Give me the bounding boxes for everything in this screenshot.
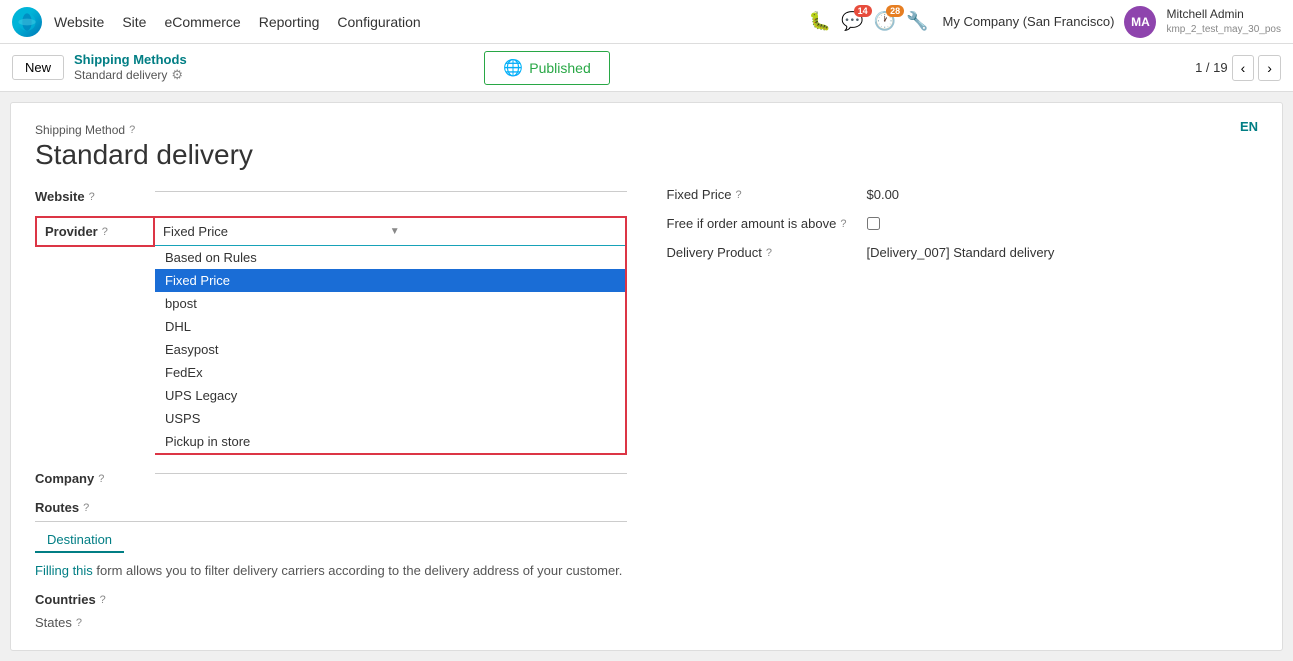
provider-container: Provider ? Fixed Price ▼ Based on Rules … [35, 216, 627, 455]
provider-option-usps[interactable]: USPS [155, 407, 625, 430]
user-info: Mitchell Admin kmp_2_test_may_30_pos [1166, 7, 1281, 36]
publish-label: Published [529, 60, 591, 76]
provider-dropdown-list: Based on Rules Fixed Price bpost DHL Eas… [155, 246, 625, 453]
company-field-row: Company ? [35, 469, 627, 486]
website-value [155, 187, 627, 192]
website-input[interactable] [155, 187, 627, 192]
routes-divider [35, 521, 627, 522]
states-label: States ? [35, 615, 627, 630]
navbar-right: 🐛 💬 14 🕐 28 🔧 My Company (San Francisco)… [809, 6, 1281, 38]
navbar-menu: Website Site eCommerce Reporting Configu… [54, 14, 421, 30]
provider-field-row: Provider ? Fixed Price ▼ Based on Rules … [35, 216, 627, 455]
destination-tab[interactable]: Destination [35, 528, 124, 553]
fill-notice-link[interactable]: Filling this [35, 563, 93, 578]
nav-configuration[interactable]: Configuration [337, 14, 420, 30]
globe-icon: 🌐 [503, 58, 523, 78]
provider-help[interactable]: ? [102, 226, 108, 238]
provider-option-bpost[interactable]: bpost [155, 292, 625, 315]
provider-option-based-on-rules[interactable]: Based on Rules [155, 246, 625, 269]
provider-select-wrapper: Fixed Price ▼ Based on Rules Fixed Price… [155, 216, 627, 455]
provider-label: Provider ? [35, 216, 155, 247]
new-button[interactable]: New [12, 55, 64, 80]
clock-icon[interactable]: 🕐 28 [874, 11, 896, 32]
breadcrumb-bar: New Shipping Methods Standard delivery ⚙… [0, 44, 1293, 92]
form-card: Shipping Method ? Standard delivery EN W… [10, 102, 1283, 651]
provider-option-fedex[interactable]: FedEx [155, 361, 625, 384]
delivery-product-help[interactable]: ? [766, 247, 772, 259]
free-if-row: Free if order amount is above ? [667, 216, 1259, 231]
provider-option-dhl[interactable]: DHL [155, 315, 625, 338]
nav-reporting[interactable]: Reporting [259, 14, 320, 30]
chat-badge: 14 [854, 5, 872, 17]
user-name: Mitchell Admin [1166, 7, 1281, 23]
routes-help[interactable]: ? [83, 502, 89, 514]
breadcrumb-parent[interactable]: Shipping Methods [74, 52, 187, 67]
navbar: Website Site eCommerce Reporting Configu… [0, 0, 1293, 44]
gear-icon[interactable]: ⚙ [171, 67, 183, 83]
page-prev-button[interactable]: ‹ [1232, 55, 1255, 81]
shipping-method-help[interactable]: ? [129, 124, 135, 136]
provider-option-easypost[interactable]: Easypost [155, 338, 625, 361]
breadcrumb-current: Standard delivery [74, 68, 167, 82]
avatar[interactable]: MA [1124, 6, 1156, 38]
routes-section: Routes ? Destination [35, 500, 627, 553]
nav-website[interactable]: Website [54, 14, 104, 30]
form-left: Website ? Provider ? [35, 187, 627, 630]
free-if-checkbox-wrap [867, 217, 880, 230]
provider-selected-value: Fixed Price [163, 224, 390, 239]
company-label: Company ? [35, 469, 155, 486]
fixed-price-row: Fixed Price ? $0.00 [667, 187, 1259, 202]
destination-tabs: Destination [35, 528, 627, 553]
free-if-checkbox[interactable] [867, 217, 880, 230]
pagination: 1 / 19 ‹ › [1195, 55, 1281, 81]
delivery-product-label: Delivery Product ? [667, 245, 867, 260]
page-next-button[interactable]: › [1258, 55, 1281, 81]
fill-notice: Filling this form allows you to filter d… [35, 563, 627, 578]
delivery-product-value: [Delivery_007] Standard delivery [867, 245, 1055, 260]
fixed-price-value: $0.00 [867, 187, 900, 202]
website-field-row: Website ? [35, 187, 627, 204]
provider-option-ups-legacy[interactable]: UPS Legacy [155, 384, 625, 407]
company-name: My Company (San Francisco) [943, 14, 1115, 29]
form-grid: Website ? Provider ? [35, 187, 1258, 630]
nav-site[interactable]: Site [122, 14, 146, 30]
bug-icon[interactable]: 🐛 [809, 11, 831, 32]
provider-option-fixed-price[interactable]: Fixed Price [155, 269, 625, 292]
fixed-price-help[interactable]: ? [736, 189, 742, 201]
provider-option-pickup-in-store[interactable]: Pickup in store [155, 430, 625, 453]
states-help[interactable]: ? [76, 617, 82, 629]
chat-icon[interactable]: 💬 14 [841, 11, 863, 32]
main-content: Shipping Method ? Standard delivery EN W… [0, 92, 1293, 661]
routes-label: Routes ? [35, 500, 627, 515]
page-title: Standard delivery [35, 139, 1258, 171]
clock-badge: 28 [886, 5, 904, 17]
countries-label: Countries ? [35, 592, 627, 607]
free-if-help[interactable]: ? [840, 218, 846, 230]
form-right: Fixed Price ? $0.00 Free if order amount… [667, 187, 1259, 630]
app-logo[interactable] [12, 7, 42, 37]
website-help[interactable]: ? [89, 191, 95, 203]
company-value[interactable] [155, 469, 627, 474]
wrench-icon[interactable]: 🔧 [906, 11, 928, 32]
delivery-product-row: Delivery Product ? [Delivery_007] Standa… [667, 245, 1259, 260]
user-db: kmp_2_test_may_30_pos [1166, 23, 1281, 36]
shipping-method-label: Shipping Method ? [35, 123, 1258, 137]
breadcrumb-sub: Standard delivery ⚙ [74, 67, 187, 83]
breadcrumb: Shipping Methods Standard delivery ⚙ [74, 52, 187, 83]
page-info: 1 / 19 [1195, 60, 1228, 75]
countries-help[interactable]: ? [100, 594, 106, 606]
website-label: Website ? [35, 187, 155, 204]
provider-select-top[interactable]: Fixed Price ▼ [155, 218, 625, 246]
fixed-price-label: Fixed Price ? [667, 187, 867, 202]
language-selector[interactable]: EN [1240, 119, 1258, 134]
publish-button[interactable]: 🌐 Published [484, 51, 609, 85]
free-if-label: Free if order amount is above ? [667, 216, 867, 231]
nav-ecommerce[interactable]: eCommerce [164, 14, 240, 30]
dropdown-arrow-icon: ▼ [390, 226, 617, 237]
company-help[interactable]: ? [98, 473, 104, 485]
